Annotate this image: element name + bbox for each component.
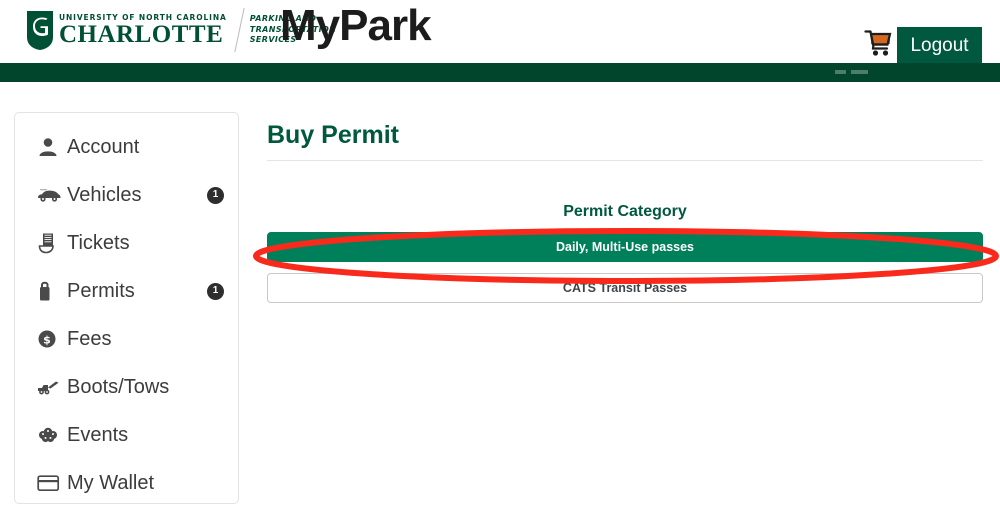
logout-button[interactable]: Logout	[897, 27, 982, 63]
permit-tag-icon	[37, 280, 63, 302]
dollar-coin-icon: $	[37, 329, 63, 349]
sidebar-item-label: Account	[67, 135, 140, 158]
permit-category-heading: Permit Category	[563, 203, 687, 220]
app-title: MyPark	[280, 1, 432, 50]
university-wordmark: UNIVERSITY OF NORTH CAROLINA CHARLOTTE	[59, 14, 227, 48]
sidebar-item-tickets[interactable]: Tickets	[15, 219, 238, 267]
sidebar-item-label: Vehicles	[67, 183, 142, 206]
university-name: CHARLOTTE	[59, 20, 224, 48]
user-icon	[37, 136, 63, 158]
page-title: Buy Permit	[267, 121, 399, 149]
sidebar-item-events[interactable]: Events	[15, 411, 238, 459]
events-icon	[37, 425, 63, 445]
primary-navigation-bar[interactable]	[0, 63, 1000, 82]
sidebar-item-label: Events	[67, 423, 129, 446]
category-button-daily-multi-use[interactable]: Daily, Multi-Use passes	[267, 232, 983, 262]
shopping-cart-icon[interactable]	[864, 30, 894, 58]
sidebar-item-label: My Wallet	[67, 471, 155, 494]
sidebar-item-label: Tickets	[67, 231, 130, 254]
sidebar-item-fees[interactable]: $ Fees	[15, 315, 238, 363]
title-divider	[267, 160, 983, 161]
sidebar-item-label: Permits	[67, 279, 135, 302]
main-content: Buy Permit Permit Category Daily, Multi-…	[267, 120, 983, 314]
brand-divider	[234, 8, 245, 52]
sidebar-item-label: Boots/Tows	[67, 375, 170, 398]
charlotte-crest-icon	[25, 9, 55, 51]
nav-item-truncated-2[interactable]	[851, 70, 868, 74]
sidebar-item-my-wallet[interactable]: My Wallet	[15, 459, 238, 507]
category-button-cats-transit[interactable]: CATS Transit Passes	[267, 273, 983, 303]
sidebar-item-badge: 1	[207, 282, 224, 300]
sidebar-item-label: Fees	[67, 327, 112, 350]
sidebar-item-permits[interactable]: Permits 1	[15, 267, 238, 315]
sidebar-item-boots-tows[interactable]: Boots/Tows	[15, 363, 238, 411]
page-header: UNIVERSITY OF NORTH CAROLINA CHARLOTTE P…	[0, 0, 1000, 63]
sidebar-item-account[interactable]: Account	[15, 123, 238, 171]
wallet-card-icon	[37, 474, 63, 492]
ticket-icon	[37, 232, 63, 254]
nav-item-truncated-1[interactable]	[835, 70, 846, 74]
sidebar-item-badge: 1	[207, 186, 224, 204]
car-icon	[37, 186, 63, 204]
tow-truck-icon	[37, 378, 63, 396]
svg-text:$: $	[43, 334, 51, 347]
sidebar-item-vehicles[interactable]: Vehicles 1	[15, 171, 238, 219]
sidebar-menu: Account Vehicles 1 Tickets Permits 1 $ F…	[14, 112, 239, 504]
